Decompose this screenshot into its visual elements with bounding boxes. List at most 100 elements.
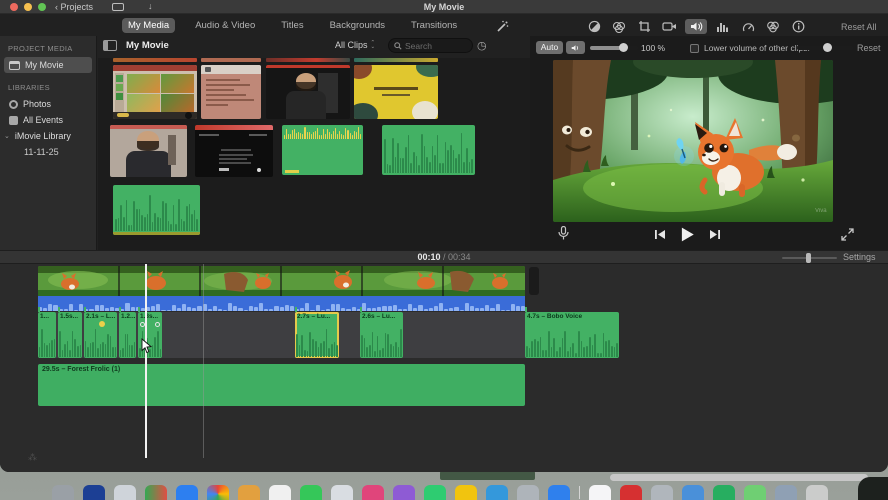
video-clip-filmstrip[interactable] (38, 266, 525, 296)
tab-backgrounds[interactable]: Backgrounds (324, 18, 391, 33)
timeline-zoom-knob[interactable] (806, 253, 811, 263)
media-thumbnail-slide[interactable] (354, 65, 438, 119)
noise-reduction-icon[interactable] (714, 19, 732, 34)
dock-icon[interactable] (83, 485, 105, 500)
color-correction-icon[interactable] (610, 19, 628, 34)
tab-transitions[interactable]: Transitions (405, 18, 463, 33)
volume-slider[interactable] (590, 43, 638, 52)
timeline-settings-button[interactable]: Settings (843, 252, 876, 262)
media-thumbnail-audio-waveform[interactable] (382, 125, 475, 175)
browser-title: My Movie (126, 40, 169, 51)
tab-audio-video[interactable]: Audio & Video (189, 18, 261, 33)
clip-label: 1.3s... (140, 313, 159, 320)
background-music-clip[interactable]: 29.5s – Forest Frolic (1) (38, 364, 525, 406)
dock-icon[interactable] (682, 485, 704, 500)
auto-volume-button[interactable]: Auto (536, 41, 563, 54)
media-thumbnail-terminal[interactable] (195, 125, 273, 177)
dock-icon[interactable] (775, 485, 797, 500)
lower-volume-slider[interactable] (797, 43, 853, 52)
dock-icon[interactable] (620, 485, 642, 500)
sidebar-item-my-movie[interactable]: My Movie (4, 57, 92, 73)
tab-my-media[interactable]: My Media (122, 18, 176, 33)
play-button-icon[interactable] (680, 227, 695, 242)
dock-icon[interactable] (269, 485, 291, 500)
audio-clip[interactable]: 4.7s – Bobo Voice (525, 312, 619, 358)
skip-back-icon[interactable] (655, 229, 666, 240)
stabilization-icon[interactable] (660, 19, 678, 34)
dock-icon[interactable] (589, 485, 611, 500)
imovie-window: ‹ Projects ↓ My Movie My Media Audio & V… (0, 0, 888, 472)
dock-icon[interactable] (300, 485, 322, 500)
volume-icon[interactable] (685, 19, 707, 34)
lower-volume-checkbox[interactable] (690, 44, 699, 53)
tab-titles[interactable]: Titles (275, 18, 309, 33)
media-thumbnail-screen-recording[interactable] (113, 65, 197, 119)
fade-handle[interactable] (155, 322, 160, 327)
dock-icon[interactable] (114, 485, 136, 500)
dock-icon[interactable] (548, 485, 570, 500)
audio-clip[interactable]: 2.6s – Lu... (360, 312, 403, 358)
fullscreen-icon[interactable] (841, 228, 854, 246)
dock-icon[interactable] (455, 485, 477, 500)
clip-info-icon[interactable] (789, 19, 807, 34)
search-field[interactable] (388, 38, 473, 53)
dock-icon[interactable] (424, 485, 446, 500)
sidebar-toggle-icon[interactable] (103, 40, 117, 51)
media-thumbnail-presenter[interactable] (266, 65, 350, 119)
speed-icon[interactable] (739, 19, 757, 34)
dock-icon[interactable] (486, 485, 508, 500)
media-thumbnail-audio-yellow[interactable] (282, 125, 363, 175)
mute-button[interactable] (566, 41, 585, 54)
playhead[interactable] (145, 264, 147, 458)
dock-icon[interactable] (331, 485, 353, 500)
media-thumbnail-webcam[interactable] (110, 125, 187, 177)
sidebar-item-label: Photos (23, 99, 52, 109)
dock-trash-icon[interactable] (806, 485, 828, 500)
dock-icon[interactable] (362, 485, 384, 500)
audio-clip[interactable]: 1... (38, 312, 56, 358)
media-thumbnail-audio-waveform[interactable] (113, 185, 200, 235)
dock-icon[interactable] (207, 485, 229, 500)
window-title: My Movie (423, 2, 465, 12)
dock-icon[interactable] (744, 485, 766, 500)
dock-icon[interactable] (238, 485, 260, 500)
audio-clip-selected[interactable]: 2.7s – Lu... (295, 312, 339, 358)
dock-icon[interactable] (176, 485, 198, 500)
audio-clip[interactable]: 1.5s... (58, 312, 82, 358)
skip-forward-icon[interactable] (709, 229, 720, 240)
clip-filter-dropdown[interactable]: All Clips ⌃ ⌄ (335, 40, 375, 50)
svg-text:Viva: Viva (815, 208, 827, 214)
dock-icon[interactable] (713, 485, 735, 500)
enhance-wand-icon[interactable] (495, 20, 509, 38)
reset-all-button[interactable]: Reset All (841, 22, 877, 32)
audio-clip[interactable]: 1.2... (119, 312, 136, 358)
clip-filters-icon[interactable] (764, 19, 782, 34)
sidebar-item-photos[interactable]: Photos (0, 96, 96, 112)
sidebar-item-imovie-library[interactable]: ⌄ iMovie Library (0, 128, 96, 144)
recent-clips-icon[interactable]: ◷ (477, 39, 487, 52)
dock-icon[interactable] (52, 485, 74, 500)
dock-divider (579, 486, 580, 499)
dock-icon[interactable] (517, 485, 539, 500)
volume-slider-knob[interactable] (619, 43, 628, 52)
media-thumbnail-document[interactable] (201, 65, 261, 119)
audio-clip[interactable]: 2.1s – L... (84, 312, 117, 358)
libraries-header: LIBRARIES (8, 83, 50, 92)
sidebar-item-all-events[interactable]: All Events (0, 112, 96, 128)
dock-icon[interactable] (145, 485, 167, 500)
dock-icon[interactable] (651, 485, 673, 500)
clip-end-handle[interactable] (529, 267, 539, 295)
dock-icon[interactable] (393, 485, 415, 500)
sidebar-item-library-date[interactable]: 11-11-25 (0, 144, 96, 160)
color-balance-icon[interactable] (585, 19, 603, 34)
crop-icon[interactable] (635, 19, 653, 34)
audio-adjustment-badge (98, 321, 105, 327)
chevron-down-icon[interactable]: ⌄ (4, 132, 10, 140)
search-input[interactable] (405, 40, 465, 51)
video-preview[interactable]: Viva (553, 60, 833, 222)
reset-button[interactable]: Reset (857, 43, 881, 53)
lower-volume-slider-knob[interactable] (823, 43, 832, 52)
clip-label: 4.7s – Bobo Voice (527, 313, 583, 320)
timecode: 00:10 / 00:34 (0, 252, 888, 262)
voiceover-mic-icon[interactable] (558, 225, 569, 246)
